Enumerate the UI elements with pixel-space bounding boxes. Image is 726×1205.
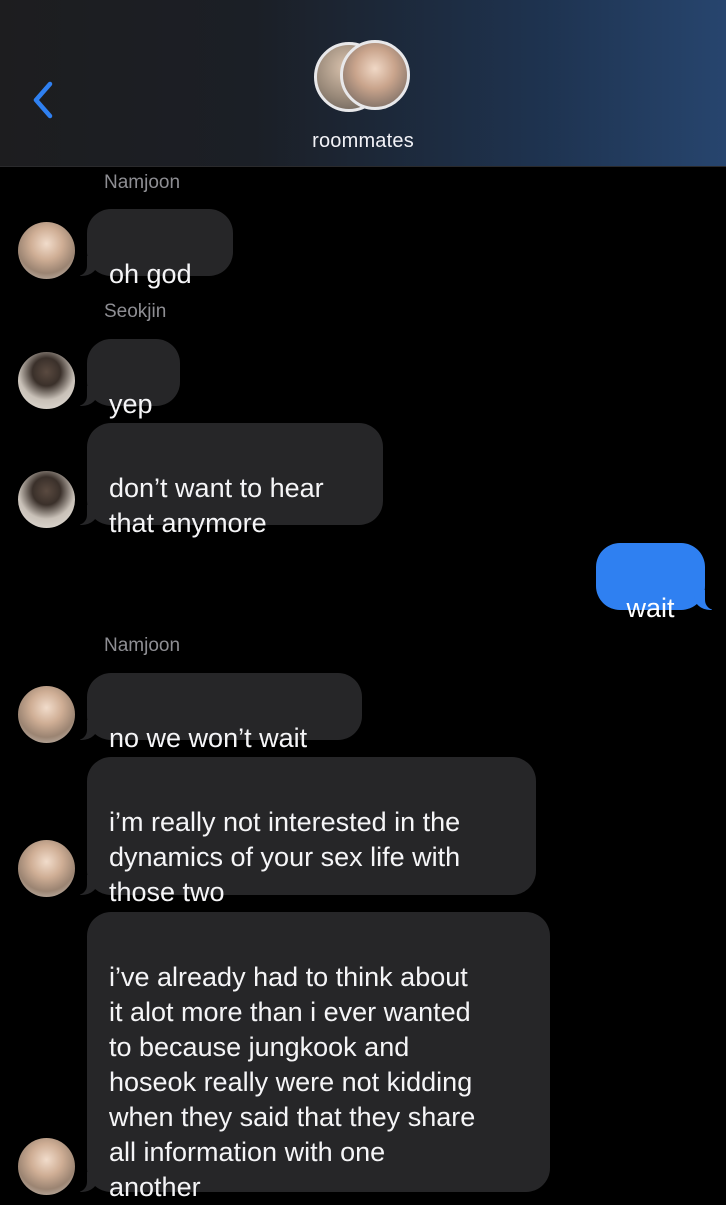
avatar[interactable]	[18, 471, 75, 528]
message-text: no we won’t wait	[109, 723, 308, 753]
message-bubble[interactable]: i’m really not interested in the dynamic…	[75, 757, 536, 907]
message-bubble[interactable]: i’ve already had to think about it alot …	[75, 912, 550, 1202]
sender-name: Seokjin	[104, 301, 167, 322]
message-bubble[interactable]: don’t want to hear that anymore	[75, 423, 383, 538]
conversation-title[interactable]: roommates	[0, 130, 726, 153]
conversation-header: roommates	[0, 0, 726, 167]
avatar[interactable]	[18, 686, 75, 743]
group-avatar[interactable]	[314, 40, 414, 120]
member-avatar	[340, 40, 410, 110]
message-text: i’ve already had to think about it alot …	[109, 962, 476, 1202]
avatar[interactable]	[18, 352, 75, 409]
message-bubble[interactable]: oh god	[75, 209, 233, 289]
message-text: don’t want to hear that anymore	[109, 473, 324, 538]
message-bubble[interactable]: yep	[75, 339, 180, 419]
message-text: oh god	[109, 259, 192, 289]
message-bubble[interactable]: no we won’t wait	[75, 673, 362, 753]
message-text: wait	[626, 593, 675, 623]
message-text: yep	[109, 389, 153, 419]
avatar[interactable]	[18, 222, 75, 279]
avatar[interactable]	[18, 840, 75, 897]
sender-name: Namjoon	[104, 635, 181, 656]
sender-name: Namjoon	[104, 172, 181, 193]
chevron-left-icon[interactable]	[28, 78, 62, 122]
avatar[interactable]	[18, 1138, 75, 1195]
message-text: i’m really not interested in the dynamic…	[109, 807, 461, 907]
message-bubble-outgoing[interactable]: wait	[596, 543, 717, 623]
